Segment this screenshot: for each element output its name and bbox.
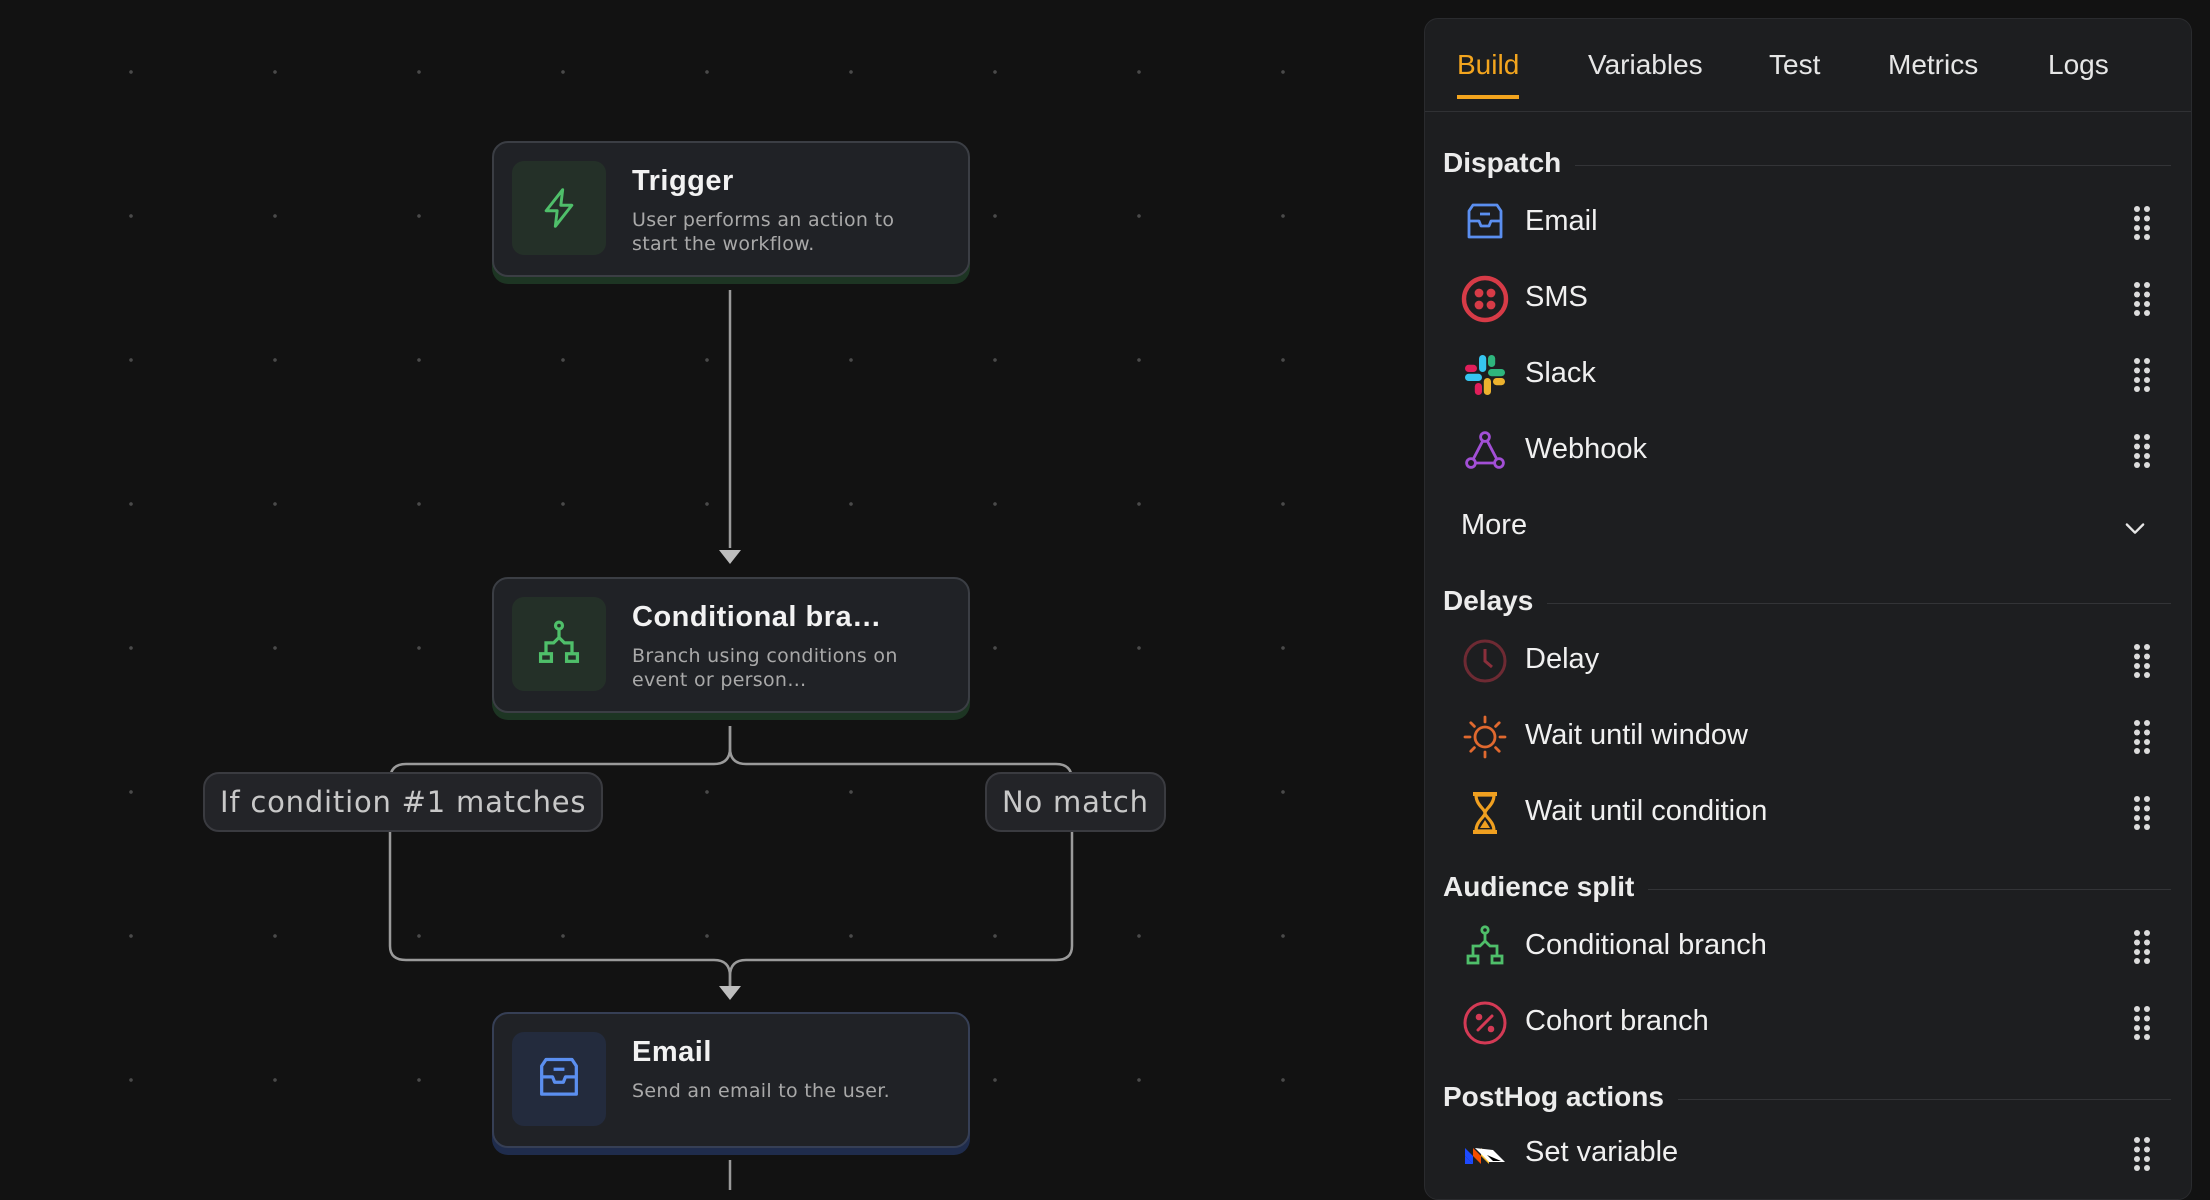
arrowhead-email bbox=[719, 986, 741, 1000]
slack-icon bbox=[1465, 355, 1505, 395]
palette-item-label: Slack bbox=[1525, 357, 1596, 389]
palette-item-conditional-branch[interactable]: Conditional branch bbox=[1461, 912, 2161, 982]
edge-label-no-match[interactable]: No match bbox=[985, 772, 1166, 832]
drag-handle-icon[interactable] bbox=[2133, 433, 2151, 469]
drag-handle-icon[interactable] bbox=[2133, 643, 2151, 679]
section-title: PostHog actions bbox=[1443, 1081, 1664, 1112]
section-divider bbox=[1677, 1098, 2171, 1100]
node-conditional-branch[interactable]: Conditional bra… Branch using conditions… bbox=[492, 577, 970, 713]
palette-item-label: Wait until condition bbox=[1525, 795, 1768, 827]
section-divider bbox=[1547, 602, 2171, 604]
twilio-icon bbox=[1461, 275, 1509, 323]
tab-metrics[interactable]: Metrics bbox=[1888, 49, 1978, 95]
workflow-canvas[interactable]: Trigger User performs an action to start… bbox=[0, 0, 1424, 1190]
lightning-bolt-icon bbox=[512, 161, 606, 255]
palette-item-label: Delay bbox=[1525, 643, 1600, 675]
palette-item-delay[interactable]: Delay bbox=[1461, 626, 2161, 696]
chevron-down-icon[interactable] bbox=[2121, 514, 2149, 542]
tab-logs[interactable]: Logs bbox=[2048, 49, 2109, 95]
panel-tabs: Build Variables Test Metrics Logs bbox=[1425, 19, 2191, 112]
palette-item-label: Set variable bbox=[1525, 1136, 1679, 1168]
palette-item-label: Webhook bbox=[1525, 433, 1647, 465]
branch-icon bbox=[1466, 925, 1504, 965]
clock-icon bbox=[1463, 639, 1507, 683]
tab-build[interactable]: Build bbox=[1457, 49, 1520, 99]
sun-icon bbox=[1463, 715, 1507, 759]
branch-icon bbox=[512, 597, 606, 691]
section-audience-split: Audience split bbox=[1443, 871, 2171, 903]
node-description: User performs an action to start the wor… bbox=[632, 209, 895, 255]
edge-label-match[interactable]: If condition #1 matches bbox=[203, 772, 604, 832]
edge-branch-no-match bbox=[728, 726, 1074, 986]
section-posthog-actions: PostHog actions bbox=[1443, 1081, 2171, 1113]
more-toggle-label[interactable]: More bbox=[1461, 509, 1527, 542]
palette-item-label: Conditional branch bbox=[1525, 929, 1767, 961]
section-title: Audience split bbox=[1443, 871, 1635, 902]
inbox-icon bbox=[1467, 203, 1503, 239]
palette-item-label: Email bbox=[1525, 205, 1598, 237]
palette-item-label: SMS bbox=[1525, 281, 1588, 313]
palette-item-cohort-branch[interactable]: Cohort branch bbox=[1461, 988, 2161, 1058]
drag-handle-icon[interactable] bbox=[2133, 205, 2151, 241]
posthog-icon bbox=[1465, 1148, 1505, 1164]
arrowhead-branch bbox=[719, 550, 741, 564]
node-email[interactable]: Email Send an email to the user. bbox=[492, 1012, 970, 1148]
drag-handle-icon[interactable] bbox=[2133, 795, 2151, 831]
palette-item-email[interactable]: Email bbox=[1461, 188, 2161, 258]
edge-branch-match bbox=[388, 726, 732, 986]
palette-item-set-variable[interactable]: Set variable bbox=[1461, 1119, 2161, 1189]
palette-item-wait-until-condition[interactable]: Wait until condition bbox=[1461, 778, 2161, 848]
percent-circle-icon bbox=[1463, 1001, 1507, 1045]
section-divider bbox=[1575, 164, 2171, 166]
node-title: Conditional bra… bbox=[632, 601, 882, 633]
palette-item-wait-until-window[interactable]: Wait until window bbox=[1461, 702, 2161, 772]
node-title: Email bbox=[632, 1036, 712, 1068]
drag-handle-icon[interactable] bbox=[2133, 281, 2151, 317]
tab-test[interactable]: Test bbox=[1769, 49, 1820, 95]
drag-handle-icon[interactable] bbox=[2133, 719, 2151, 755]
section-dispatch: Dispatch bbox=[1443, 147, 2171, 179]
node-trigger[interactable]: Trigger User performs an action to start… bbox=[492, 141, 970, 277]
node-description: Send an email to the user. bbox=[632, 1080, 890, 1102]
palette-item-slack[interactable]: Slack bbox=[1461, 340, 2161, 410]
palette-item-sms[interactable]: SMS bbox=[1461, 264, 2161, 334]
hourglass-icon bbox=[1473, 792, 1497, 834]
palette-item-label: Wait until window bbox=[1525, 719, 1748, 751]
drag-handle-icon[interactable] bbox=[2133, 929, 2151, 965]
section-divider bbox=[1648, 888, 2171, 890]
inbox-icon bbox=[512, 1032, 606, 1126]
drag-handle-icon[interactable] bbox=[2133, 1005, 2151, 1041]
node-title: Trigger bbox=[632, 165, 734, 197]
build-panel: Build Variables Test Metrics Logs Dispat… bbox=[1424, 18, 2192, 1200]
palette-item-label: Cohort branch bbox=[1525, 1005, 1709, 1037]
webhook-icon bbox=[1465, 431, 1505, 469]
node-description: Branch using conditions on event or pers… bbox=[632, 645, 898, 691]
drag-handle-icon[interactable] bbox=[2133, 1136, 2151, 1172]
section-title: Dispatch bbox=[1443, 147, 1562, 178]
section-delays: Delays bbox=[1443, 585, 2171, 617]
section-title: Delays bbox=[1443, 585, 1534, 616]
palette-item-webhook[interactable]: Webhook bbox=[1461, 416, 2161, 486]
tab-variables[interactable]: Variables bbox=[1588, 49, 1703, 95]
drag-handle-icon[interactable] bbox=[2133, 357, 2151, 393]
